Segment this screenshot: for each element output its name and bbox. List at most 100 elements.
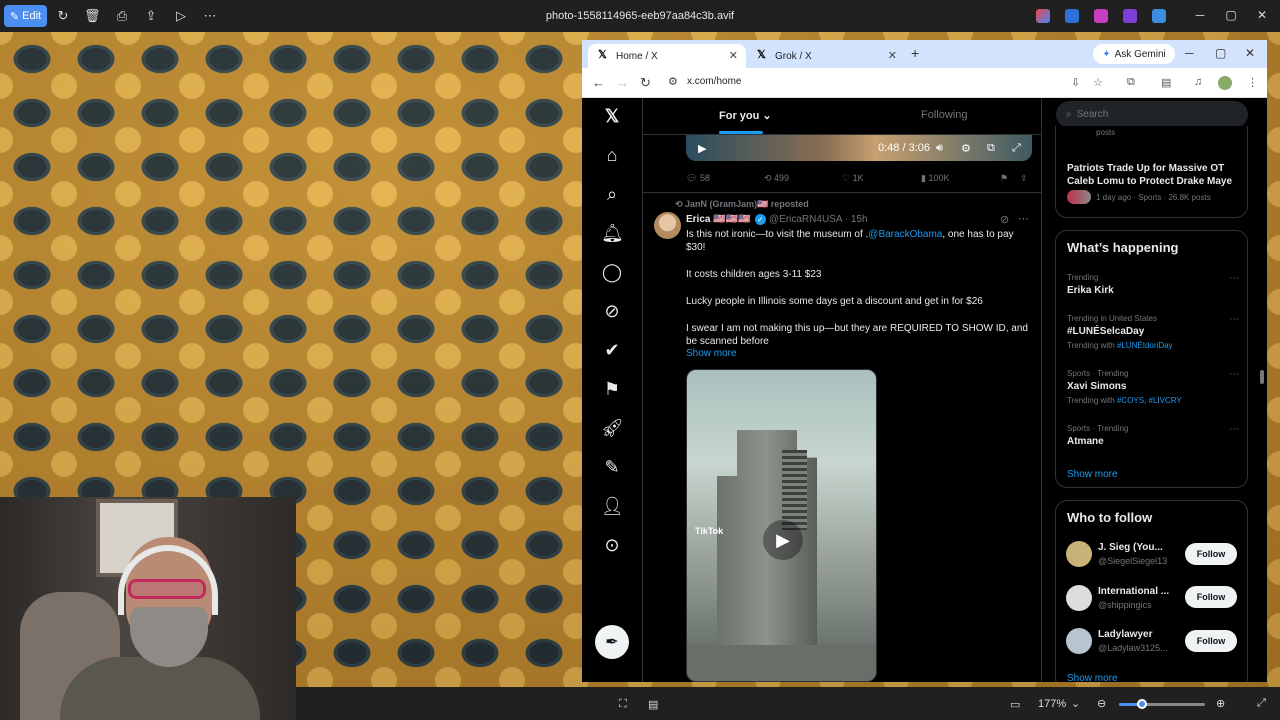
trend-name[interactable]: Xavi Simons [1067, 381, 1126, 392]
close-icon[interactable]: ✕ [1254, 8, 1270, 22]
fullscreen-icon[interactable]: ⤢ [1012, 142, 1021, 155]
ask-gemini-button[interactable]: ✦ Ask Gemini [1093, 44, 1175, 64]
browser-maximize-icon[interactable]: ▢ [1215, 46, 1226, 60]
bookmark-icon[interactable]: ⚑ [1000, 173, 1008, 184]
edit-button[interactable]: ✎ Edit [4, 5, 47, 27]
like-action[interactable]: ♡ 1K [842, 173, 864, 184]
site-info-icon[interactable]: ⚙ [668, 75, 678, 88]
video-play-icon[interactable]: ▶ [763, 520, 803, 560]
premium-icon[interactable]: ✔ [601, 339, 623, 361]
suggestion-name[interactable]: Ladylawyer [1098, 629, 1152, 640]
browser-menu-icon[interactable]: ⋮ [1247, 76, 1258, 89]
clipchamp-icon[interactable] [1094, 9, 1108, 23]
trend-more-icon[interactable]: ⋯ [1229, 369, 1239, 380]
trend-name[interactable]: Atmane [1067, 436, 1104, 447]
mention-link[interactable]: @BarackObama [868, 229, 942, 240]
grok-icon[interactable]: ⊘ [601, 300, 623, 322]
url-field[interactable]: x.com/home [687, 76, 741, 87]
reply-action[interactable]: 💬︎ 58 [686, 173, 710, 184]
zoom-slider-handle[interactable] [1137, 699, 1147, 709]
notifications-icon[interactable]: 🔔︎ [601, 222, 624, 244]
designer-icon[interactable] [1065, 9, 1079, 23]
tab-grok-x[interactable]: 𝕏 Grok / X ✕ [747, 44, 905, 68]
more-options-icon[interactable]: ⊙ [601, 534, 623, 556]
search-input[interactable]: ⌕ Search [1056, 101, 1248, 128]
zoom-level[interactable]: 177% [1038, 698, 1066, 710]
crop-icon[interactable]: ⛶ [619, 698, 627, 711]
post-video[interactable]: TikTok ▶ [686, 369, 877, 682]
follow-button[interactable]: Follow [1185, 543, 1237, 565]
tab-home-x[interactable]: 𝕏 Home / X ✕ [588, 44, 746, 68]
tab-search-icon[interactable]: ▤ [1161, 76, 1171, 89]
articles-icon[interactable]: ✎ [601, 456, 623, 478]
tab-for-you[interactable]: For you ⌄ [719, 109, 772, 122]
more-icon[interactable]: ⋯ [202, 8, 218, 24]
bookmark-star-icon[interactable]: ☆ [1093, 76, 1103, 89]
minimize-icon[interactable]: ─ [1192, 8, 1208, 22]
zoom-in-icon[interactable]: ⊕ [1216, 697, 1225, 710]
delete-icon[interactable]: 🗑 [84, 8, 101, 24]
x-home-logo-icon[interactable]: 𝕏 [601, 105, 623, 127]
show-more-trends[interactable]: Show more [1067, 469, 1118, 480]
trend-with-tags[interactable]: #COYS, #LIVCRY [1117, 396, 1182, 405]
fullscreen-viewer-icon[interactable]: ⤢ [1257, 697, 1266, 710]
trend-more-icon[interactable]: ⋯ [1229, 424, 1239, 435]
trend-name[interactable]: Erika Kirk [1067, 285, 1114, 296]
browser-minimize-icon[interactable]: ─ [1185, 46, 1194, 60]
scrollbar-thumb[interactable] [1260, 370, 1264, 384]
post-author-avatar[interactable] [654, 212, 681, 239]
follow-button[interactable]: Follow [1185, 586, 1237, 608]
forward-icon[interactable]: → [616, 75, 629, 90]
bookmarks-icon[interactable]: ⚑ [601, 378, 623, 400]
pip-icon[interactable]: ⧉ [987, 142, 995, 155]
suggestion-name[interactable]: J. Sieg (You... [1098, 542, 1163, 553]
news-title[interactable]: Patriots Trade Up for Massive OT Caleb L… [1067, 162, 1239, 188]
show-more-follow[interactable]: Show more [1067, 673, 1118, 682]
suggestion-avatar[interactable] [1066, 541, 1092, 567]
repost-action[interactable]: ⟲ 499 [764, 173, 789, 184]
slideshow-icon[interactable]: ▷ [173, 8, 189, 24]
install-icon[interactable]: ⇩ [1071, 76, 1080, 89]
trend-with-tags[interactable]: #LUNÉIdoriDay [1117, 341, 1173, 350]
extensions-icon[interactable]: ⧉ [1127, 76, 1135, 89]
zoom-out-icon[interactable]: ⊖ [1097, 697, 1106, 710]
close-tab-icon[interactable]: ✕ [888, 49, 897, 62]
suggestion-avatar[interactable] [1066, 628, 1092, 654]
zoom-dropdown-icon[interactable]: ⌄ [1071, 697, 1080, 710]
volume-icon[interactable]: 🔊︎ [936, 142, 943, 155]
fit-icon[interactable]: ▭ [1010, 698, 1020, 711]
home-icon[interactable]: ⌂ [601, 144, 623, 166]
reload-icon[interactable]: ↻ [640, 75, 651, 91]
settings-icon[interactable]: ⚙ [961, 142, 971, 155]
suggestion-avatar[interactable] [1066, 585, 1092, 611]
post-author-handle[interactable]: @EricaRN4USA · 15h [769, 214, 868, 225]
trend-more-icon[interactable]: ⋯ [1229, 273, 1239, 284]
rotate-icon[interactable]: ↻ [55, 8, 71, 24]
show-more-link[interactable]: Show more [686, 348, 737, 359]
maximize-icon[interactable]: ▢ [1223, 8, 1239, 22]
copilot-icon[interactable] [1036, 9, 1050, 23]
play-icon[interactable]: ▶ [698, 142, 706, 155]
new-tab-icon[interactable]: + [911, 45, 919, 61]
photos-app-icon[interactable] [1123, 9, 1137, 23]
messages-icon[interactable]: ◯ [601, 261, 623, 283]
compose-post-button[interactable]: ✒ [595, 625, 629, 659]
post-author-name[interactable]: Erica 🇺🇸🇺🇸🇺🇸 [686, 214, 751, 225]
views-action[interactable]: ▮ 100K [921, 173, 949, 184]
share-icon[interactable]: ⇪ [143, 8, 159, 24]
tab-following[interactable]: Following [921, 109, 967, 121]
onedrive-icon[interactable] [1152, 9, 1166, 23]
previous-video-player[interactable] [686, 135, 1032, 161]
jobs-icon[interactable]: 🚀︎ [601, 417, 624, 439]
explore-icon[interactable]: ⌕ [601, 183, 623, 205]
post-more-icon[interactable]: ⋯ [1018, 212, 1029, 225]
grok-post-icon[interactable]: ⊘ [1000, 213, 1009, 226]
print-icon[interactable]: ⎙ [114, 8, 130, 24]
trend-name[interactable]: #LUNÉSelcaDay [1067, 326, 1144, 337]
back-icon[interactable]: ← [592, 75, 605, 90]
ocr-icon[interactable]: ▤ [648, 698, 658, 711]
profile-avatar[interactable] [1218, 76, 1232, 90]
browser-close-icon[interactable]: ✕ [1245, 46, 1255, 60]
close-tab-icon[interactable]: ✕ [729, 49, 738, 62]
media-icon[interactable]: ♫ [1194, 76, 1202, 88]
